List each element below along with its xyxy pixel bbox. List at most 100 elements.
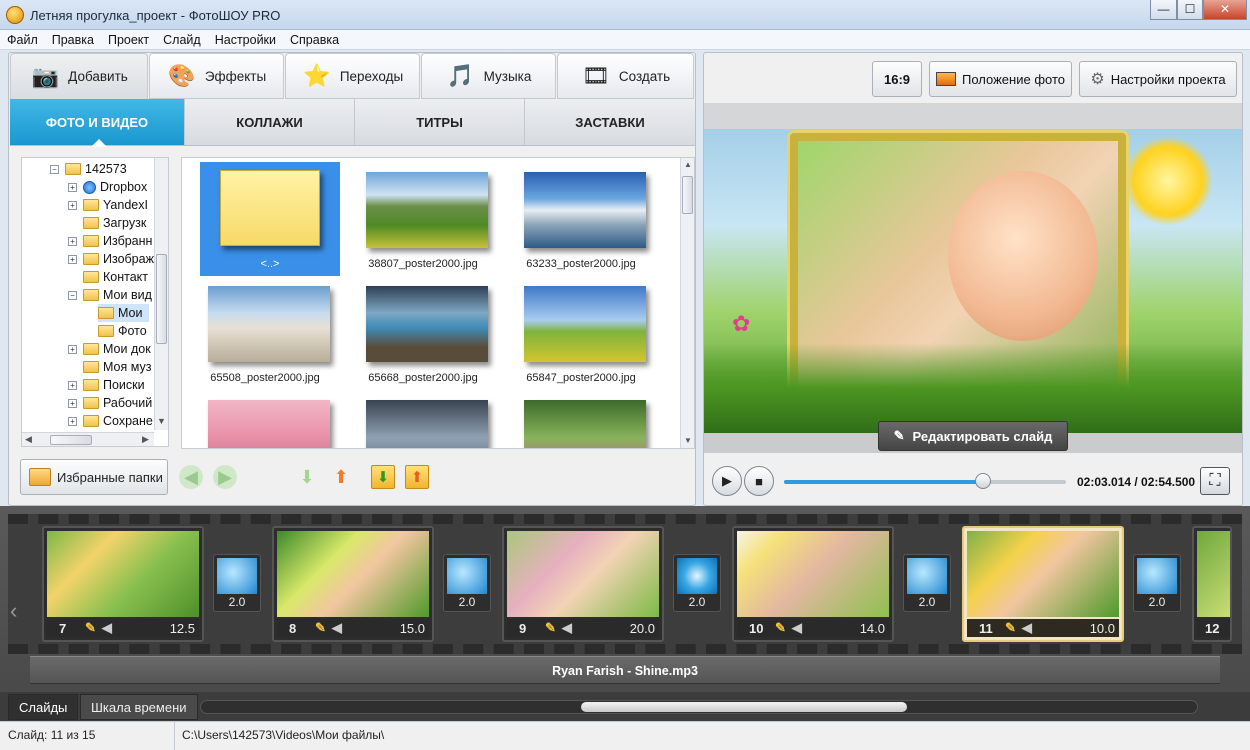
tab-music[interactable]: 🎵 Музыка bbox=[421, 53, 556, 99]
parent-folder-icon[interactable]: ⬆ bbox=[329, 465, 353, 489]
tree-node[interactable]: + Мои док bbox=[68, 340, 151, 358]
pencil-icon[interactable]: ✎ bbox=[545, 620, 556, 636]
aspect-ratio-button[interactable]: 16:9 bbox=[872, 61, 922, 97]
tree-scroll-thumb[interactable] bbox=[156, 254, 167, 344]
speaker-icon[interactable]: ◀ bbox=[332, 620, 342, 636]
scroll-down-arrow-icon[interactable]: ▼ bbox=[157, 416, 166, 426]
tree-horizontal-scrollbar[interactable]: ◀ ▶ bbox=[22, 432, 154, 446]
tree-node-selected[interactable]: Мои bbox=[98, 304, 149, 322]
menu-project[interactable]: Проект bbox=[101, 30, 156, 47]
slide-thumbnail-partial[interactable]: 12 bbox=[1192, 526, 1232, 642]
maximize-button[interactable]: ☐ bbox=[1177, 0, 1203, 20]
expander-icon[interactable]: + bbox=[68, 380, 77, 390]
tab-slides-view[interactable]: Слайды bbox=[8, 694, 79, 720]
speaker-icon[interactable]: ◀ bbox=[102, 620, 112, 636]
expander-icon[interactable]: + bbox=[68, 416, 77, 426]
gallery-item[interactable] bbox=[190, 390, 330, 448]
tree-node[interactable]: Моя муз bbox=[83, 358, 151, 376]
photo-position-button[interactable]: Положение фото bbox=[929, 61, 1072, 97]
tree-node[interactable]: + Изображ bbox=[68, 250, 154, 268]
tree-vertical-scrollbar[interactable]: ▼ bbox=[154, 158, 168, 430]
slide-thumbnail[interactable]: 10 ✎ ◀ 14.0 bbox=[732, 526, 894, 642]
tree-node[interactable]: + Dropbox bbox=[68, 178, 147, 196]
pencil-icon[interactable]: ✎ bbox=[775, 620, 786, 636]
gallery-item[interactable]: 38807_poster2000.jpg bbox=[348, 162, 488, 276]
menu-slide[interactable]: Слайд bbox=[156, 30, 208, 47]
tab-create[interactable]: 🎞 Создать bbox=[557, 53, 694, 99]
tab-add[interactable]: 📷 Добавить bbox=[10, 53, 148, 99]
scroll-up-arrow-icon[interactable]: ▲ bbox=[684, 160, 692, 169]
expander-icon[interactable]: + bbox=[68, 236, 77, 246]
expander-icon[interactable]: + bbox=[68, 398, 77, 408]
gallery-item[interactable]: 65508_poster2000.jpg bbox=[190, 276, 330, 390]
expander-icon[interactable]: − bbox=[68, 290, 77, 300]
move-down-icon[interactable]: ⬇ bbox=[295, 465, 319, 489]
forward-arrow-icon[interactable]: ▶ bbox=[213, 465, 237, 489]
gallery-item[interactable] bbox=[348, 390, 488, 448]
speaker-icon[interactable]: ◀ bbox=[562, 620, 572, 636]
tree-node[interactable]: + Поиски bbox=[68, 376, 145, 394]
gallery-item[interactable] bbox=[506, 390, 646, 448]
transition-thumbnail[interactable]: 2.0 bbox=[673, 554, 721, 612]
tab-timeline-view[interactable]: Шкала времени bbox=[80, 694, 198, 720]
expander-icon[interactable]: − bbox=[50, 164, 59, 174]
stop-button[interactable]: ■ bbox=[744, 466, 774, 496]
project-settings-button[interactable]: ⚙ Настройки проекта bbox=[1079, 61, 1237, 97]
menu-settings[interactable]: Настройки bbox=[208, 30, 283, 47]
menu-edit[interactable]: Правка bbox=[45, 30, 101, 47]
close-button[interactable]: ✕ bbox=[1203, 0, 1247, 20]
subtab-collages[interactable]: КОЛЛАЖИ bbox=[185, 99, 355, 145]
add-folder-icon[interactable]: ⬇ bbox=[371, 465, 395, 489]
tree-node[interactable]: Фото bbox=[98, 322, 147, 340]
tab-transitions[interactable]: ⭐ Переходы bbox=[285, 53, 420, 99]
tab-effects[interactable]: 🎨 Эффекты bbox=[149, 53, 284, 99]
gallery-item[interactable]: 65847_poster2000.jpg bbox=[506, 276, 646, 390]
scroll-left-arrow-icon[interactable]: ◀ bbox=[25, 434, 32, 445]
pencil-icon[interactable]: ✎ bbox=[85, 620, 96, 636]
fullscreen-button[interactable]: ⛶ bbox=[1200, 467, 1230, 495]
tree-node[interactable]: + Рабочий bbox=[68, 394, 152, 412]
expander-icon[interactable]: + bbox=[68, 182, 77, 192]
music-track-bar[interactable]: Ryan Farish - Shine.mp3 bbox=[30, 656, 1220, 684]
slide-thumbnail-active[interactable]: 11 ✎ ◀ 10.0 bbox=[962, 526, 1124, 642]
timeline-horizontal-scrollbar[interactable] bbox=[200, 700, 1198, 714]
minimize-button[interactable]: — bbox=[1150, 0, 1177, 20]
slide-thumbnail[interactable]: 7 ✎ ◀ 12.5 bbox=[42, 526, 204, 642]
back-arrow-icon[interactable]: ◀ bbox=[179, 465, 203, 489]
transition-thumbnail[interactable]: 2.0 bbox=[443, 554, 491, 612]
slide-thumbnail[interactable]: 9 ✎ ◀ 20.0 bbox=[502, 526, 664, 642]
tree-node[interactable]: + Избранн bbox=[68, 232, 152, 250]
up-folder-icon[interactable]: ⬆ bbox=[405, 465, 429, 489]
gallery-vertical-scrollbar[interactable]: ▲ ▼ bbox=[680, 158, 694, 448]
transition-thumbnail[interactable]: 2.0 bbox=[903, 554, 951, 612]
transition-thumbnail[interactable]: 2.0 bbox=[1133, 554, 1181, 612]
expander-icon[interactable]: + bbox=[68, 344, 77, 354]
gallery-scroll-thumb[interactable] bbox=[682, 176, 693, 214]
scroll-right-arrow-icon[interactable]: ▶ bbox=[142, 434, 149, 445]
pencil-icon[interactable]: ✎ bbox=[1005, 620, 1016, 636]
subtab-intros[interactable]: ЗАСТАВКИ bbox=[525, 99, 695, 145]
expander-icon[interactable]: + bbox=[68, 200, 77, 210]
gallery-item[interactable]: 63233_poster2000.jpg bbox=[506, 162, 646, 276]
seek-bar[interactable] bbox=[784, 473, 1066, 489]
menu-file[interactable]: Файл bbox=[0, 30, 45, 47]
gallery-item-parent-folder[interactable]: <..> bbox=[200, 162, 340, 276]
speaker-icon[interactable]: ◀ bbox=[792, 620, 802, 636]
tree-node[interactable]: + YandexI bbox=[68, 196, 148, 214]
tree-hscroll-thumb[interactable] bbox=[50, 435, 92, 445]
edit-slide-button[interactable]: ✎ Редактировать слайд bbox=[878, 421, 1068, 451]
timeline-scroll-thumb[interactable] bbox=[581, 702, 907, 712]
tree-node[interactable]: − 142573 bbox=[50, 160, 127, 178]
speaker-icon[interactable]: ◀ bbox=[1022, 620, 1032, 636]
expander-icon[interactable]: + bbox=[68, 254, 77, 264]
tree-node[interactable]: Загрузк bbox=[83, 214, 146, 232]
transition-thumbnail[interactable]: 2.0 bbox=[213, 554, 261, 612]
slide-thumbnail[interactable]: 8 ✎ ◀ 15.0 bbox=[272, 526, 434, 642]
tree-node[interactable]: − Мои вид bbox=[68, 286, 152, 304]
scroll-left-chevron-icon[interactable]: ‹ bbox=[10, 598, 17, 624]
scroll-down-arrow-icon[interactable]: ▼ bbox=[684, 436, 692, 445]
menu-help[interactable]: Справка bbox=[283, 30, 346, 47]
tree-node[interactable]: Контакт bbox=[83, 268, 148, 286]
tree-node[interactable]: + Сохране bbox=[68, 412, 153, 430]
gallery-item[interactable]: 65668_poster2000.jpg bbox=[348, 276, 488, 390]
